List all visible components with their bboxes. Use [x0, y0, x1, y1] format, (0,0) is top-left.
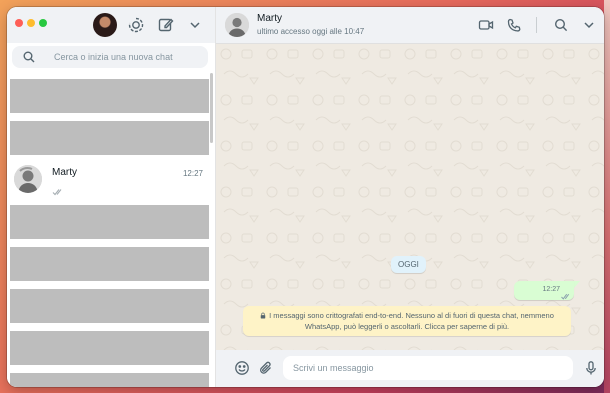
redacted-chat-row[interactable]	[10, 373, 209, 387]
avatar	[14, 165, 42, 193]
double-check-icon	[561, 287, 571, 300]
redacted-chat-row[interactable]	[10, 247, 209, 281]
new-chat-icon[interactable]	[157, 16, 175, 34]
encryption-notice[interactable]: I messaggi sono crittografati end-to-end…	[243, 306, 571, 336]
contact-last-seen: ultimo accesso oggi alle 10:47	[257, 27, 365, 36]
whatsapp-window: Marty 12:27	[7, 7, 604, 387]
header-divider	[536, 17, 537, 33]
message-time: 12:27	[542, 286, 560, 293]
search-box[interactable]	[12, 46, 208, 68]
lock-icon	[260, 312, 266, 319]
window-maximize-button[interactable]	[39, 19, 47, 27]
encryption-notice-line-1: I messaggi sono crittografati end-to-end…	[243, 310, 571, 321]
message-area[interactable]: OGGI 12:27 I messaggi sono crittografati…	[216, 44, 604, 350]
redacted-chat-row[interactable]	[10, 79, 209, 113]
video-call-icon[interactable]	[478, 17, 494, 33]
chevron-down-icon[interactable]	[186, 16, 204, 34]
sidebar-header	[7, 7, 215, 43]
date-chip: OGGI	[391, 256, 426, 273]
search-icon[interactable]	[553, 17, 569, 33]
chat-wallpaper-pattern	[216, 44, 604, 350]
chat-row-marty[interactable]: Marty 12:27	[7, 161, 213, 201]
message-input[interactable]	[293, 356, 563, 380]
encryption-notice-text-1: I messaggi sono crittografati end-to-end…	[269, 311, 554, 320]
attach-icon[interactable]	[258, 360, 274, 376]
search-input[interactable]	[54, 46, 204, 68]
profile-avatar[interactable]	[93, 13, 117, 37]
outgoing-message[interactable]: 12:27	[514, 281, 574, 300]
chat-list: Marty 12:27	[7, 71, 215, 387]
search-icon	[22, 50, 36, 64]
contact-name: Marty	[257, 13, 282, 24]
contact-avatar[interactable]	[225, 13, 249, 37]
chat-list-scrollbar[interactable]	[210, 73, 213, 143]
search-bar	[7, 43, 215, 71]
redacted-chat-row[interactable]	[10, 121, 209, 155]
redacted-chat-row[interactable]	[10, 331, 209, 365]
redacted-chat-row[interactable]	[10, 205, 209, 239]
encryption-notice-text-2: WhatsApp, può leggerli o ascoltarli. Cli…	[304, 322, 510, 331]
desktop-wallpaper	[604, 0, 610, 393]
emoji-icon[interactable]	[234, 360, 250, 376]
message-input-box[interactable]	[283, 356, 573, 380]
sidebar: Marty 12:27	[7, 7, 216, 387]
message-bubble-tail	[574, 281, 580, 288]
redacted-chat-row[interactable]	[10, 289, 209, 323]
chevron-down-icon[interactable]	[581, 17, 597, 33]
conversation-pane: Marty ultimo accesso oggi alle 10:47 OGG…	[216, 7, 604, 387]
chat-name: Marty	[52, 167, 77, 178]
double-check-icon	[52, 183, 64, 196]
message-composer	[216, 350, 604, 387]
window-minimize-button[interactable]	[27, 19, 35, 27]
window-close-button[interactable]	[15, 19, 23, 27]
microphone-icon[interactable]	[583, 360, 599, 376]
conversation-header[interactable]: Marty ultimo accesso oggi alle 10:47	[216, 7, 604, 44]
voice-call-icon[interactable]	[506, 17, 522, 33]
status-icon[interactable]	[127, 16, 145, 34]
chat-time: 12:27	[182, 169, 203, 178]
